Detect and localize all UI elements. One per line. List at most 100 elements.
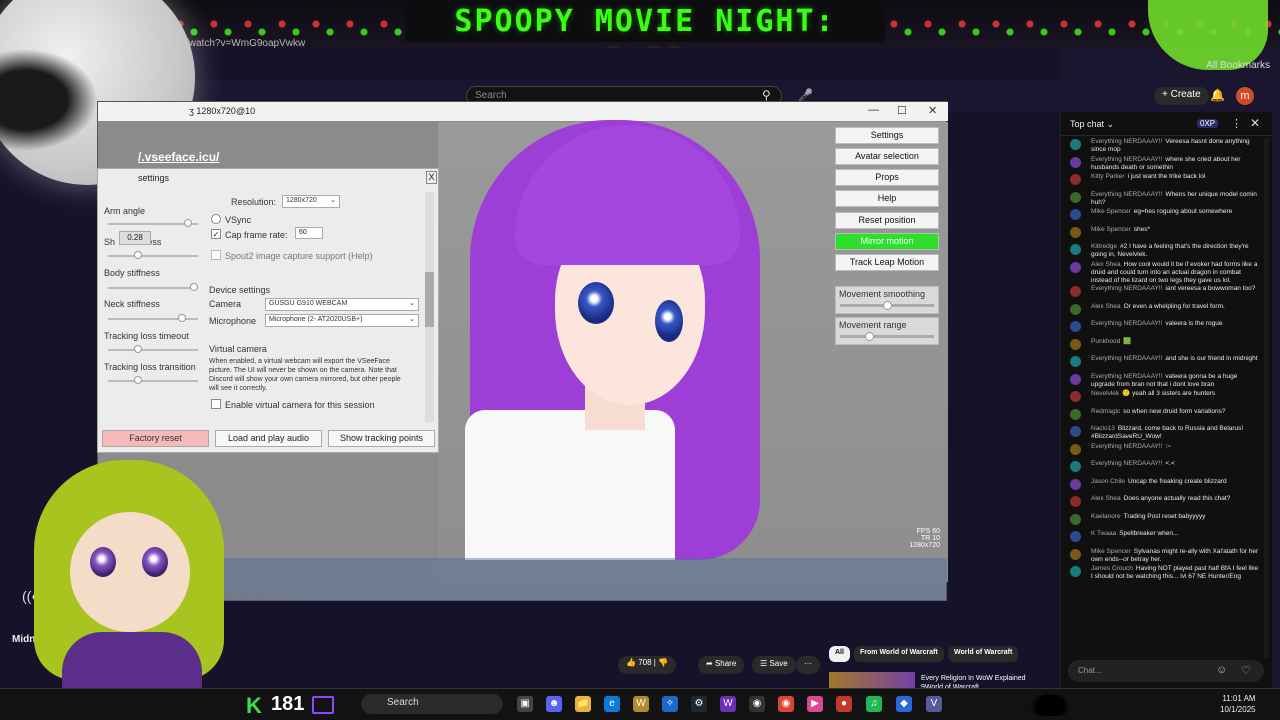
tracking-loss-transition-knob[interactable] <box>134 376 142 384</box>
task-view-icon[interactable]: ▣ <box>517 696 533 712</box>
chat-avatar[interactable] <box>1070 408 1081 420</box>
settings-scrollbar[interactable] <box>425 192 434 422</box>
shoulder-stiffness-track[interactable] <box>108 255 198 257</box>
obs-icon[interactable]: ◉ <box>749 696 765 712</box>
chat-author[interactable]: Kaelanore <box>1091 513 1121 520</box>
settings-close-button[interactable]: X <box>426 171 437 184</box>
emoji-icon[interactable]: ☺ <box>1216 664 1227 676</box>
heart-icon[interactable]: ♡ <box>1241 664 1251 677</box>
chat-avatar[interactable] <box>1070 443 1081 455</box>
chat-avatar[interactable] <box>1070 191 1081 203</box>
settings-button[interactable]: Settings <box>835 127 939 144</box>
chat-author[interactable]: Everything NERDAAAY!! <box>1091 285 1162 292</box>
account-avatar[interactable]: m <box>1236 87 1254 105</box>
chat-avatar[interactable] <box>1070 566 1081 577</box>
chat-author[interactable]: Jason Chile <box>1091 478 1125 485</box>
chat-avatar[interactable] <box>1070 391 1081 402</box>
chat-author[interactable]: Naclo13 <box>1091 425 1115 432</box>
chrome-icon[interactable]: ◉ <box>778 696 794 712</box>
chat-avatar[interactable] <box>1070 338 1081 350</box>
resolution-dropdown[interactable]: 1280x720 ⌄ <box>282 195 340 208</box>
help-button[interactable]: Help <box>835 190 939 207</box>
maximize-icon[interactable]: ☐ <box>897 104 907 117</box>
slider-knob[interactable] <box>883 301 892 310</box>
tracking-loss-timeout-track[interactable] <box>108 349 198 351</box>
chat-author[interactable]: Mike Spencer <box>1091 208 1131 215</box>
chat-avatar[interactable] <box>1070 139 1081 150</box>
slider-knob[interactable] <box>865 332 874 341</box>
app-icon[interactable]: ▶ <box>807 696 823 712</box>
load-play-audio-button[interactable]: Load and play audio <box>215 430 322 447</box>
word-icon[interactable]: W <box>720 696 736 712</box>
chat-avatar[interactable] <box>1070 226 1081 238</box>
chat-author[interactable]: Everything NERDAAAY!! <box>1091 373 1162 380</box>
steam-icon[interactable]: ⚙ <box>691 696 707 712</box>
filter-chip-all[interactable]: All <box>829 646 850 662</box>
track-leap-motion-button[interactable]: Track Leap Motion <box>835 254 939 271</box>
filter-chip-wow[interactable]: World of Warcraft <box>948 646 1019 662</box>
chat-author[interactable]: James Crouch <box>1091 565 1133 572</box>
share-button[interactable]: ➦ Share <box>698 656 745 674</box>
chat-author[interactable]: Punkhood <box>1091 338 1120 345</box>
chat-avatar[interactable] <box>1070 303 1081 315</box>
chat-author[interactable]: Nevelvlek <box>1091 390 1119 397</box>
chat-avatar[interactable] <box>1070 373 1081 385</box>
chat-avatar[interactable] <box>1070 321 1081 332</box>
chat-author[interactable]: Kittredge <box>1091 243 1117 250</box>
top-chat-dropdown[interactable]: Top chat ⌄ <box>1070 119 1114 130</box>
spotify-icon[interactable]: ♫ <box>866 696 882 712</box>
taskbar-search-input[interactable]: Search <box>361 694 503 714</box>
chat-avatar[interactable] <box>1070 478 1081 490</box>
edge-icon[interactable]: e <box>604 696 620 712</box>
close-chat-icon[interactable]: ✕ <box>1250 116 1260 130</box>
tracking-loss-timeout-knob[interactable] <box>134 345 142 353</box>
chat-author[interactable]: Everything NERDAAAY!! <box>1091 320 1162 327</box>
body-stiffness-track[interactable] <box>108 287 198 289</box>
cap-frame-rate-checkbox[interactable]: ✓ <box>211 229 221 239</box>
chat-author[interactable]: Redmagic <box>1091 408 1120 415</box>
chat-author[interactable]: Alex Shea <box>1091 303 1121 310</box>
chat-author[interactable]: Mike Spencer <box>1091 226 1131 233</box>
vsync-checkbox[interactable] <box>211 214 221 224</box>
xp-badge[interactable]: 0XP <box>1197 119 1219 128</box>
vseeface-url-link[interactable]: /.vseeface.icu/ <box>138 150 219 164</box>
chat-avatar[interactable] <box>1070 513 1081 525</box>
arm-angle-knob[interactable] <box>184 219 192 227</box>
chat-author[interactable]: Everything NERDAAAY!! <box>1091 460 1162 467</box>
like-button[interactable]: 👍 708 | 👎 <box>618 656 677 674</box>
chat-avatar[interactable] <box>1070 209 1081 220</box>
spout2-help-link[interactable]: Help <box>351 251 370 261</box>
shoulder-stiffness-knob[interactable] <box>134 251 142 259</box>
chat-avatar[interactable] <box>1070 174 1081 185</box>
chat-avatar[interactable] <box>1070 286 1081 297</box>
reset-position-button[interactable]: Reset position <box>835 212 939 229</box>
chat-author[interactable]: Kitty Parker <box>1091 173 1125 180</box>
chat-avatar[interactable] <box>1070 261 1081 273</box>
spout2-checkbox[interactable] <box>211 250 221 260</box>
discord-icon[interactable]: ☻ <box>546 696 562 712</box>
chat-avatar[interactable] <box>1070 156 1081 168</box>
chat-avatar[interactable] <box>1070 426 1081 437</box>
chat-author[interactable]: K Twaaa <box>1091 530 1116 537</box>
camera-dropdown[interactable]: GUSGU G910 WEBCAM ⌄ <box>265 298 419 311</box>
cap-frame-rate-input[interactable]: 60 <box>295 227 323 239</box>
map-pin-icon[interactable]: ● <box>836 696 852 712</box>
create-button[interactable]: + Create <box>1154 87 1209 105</box>
show-tracking-points-button[interactable]: Show tracking points <box>328 430 435 447</box>
notifications-bell-icon[interactable]: 🔔 <box>1210 88 1225 102</box>
chat-input[interactable]: Chat... <box>1068 660 1264 682</box>
movement-range-slider[interactable]: Movement range <box>835 317 939 345</box>
chat-author[interactable]: Mike Spencer <box>1091 548 1131 555</box>
app-icon-2[interactable]: ◆ <box>896 696 912 712</box>
close-icon[interactable]: ✕ <box>928 104 937 117</box>
chat-author[interactable]: Everything NERDAAAY!! <box>1091 156 1162 163</box>
all-bookmarks-link[interactable]: All Bookmarks <box>1206 60 1270 71</box>
chat-author[interactable]: Everything NERDAAAY!! <box>1091 138 1162 145</box>
chat-author[interactable]: Everything NERDAAAY!! <box>1091 191 1162 198</box>
wow-icon[interactable]: W <box>633 696 649 712</box>
chat-avatar[interactable] <box>1070 356 1081 367</box>
chat-avatar[interactable] <box>1070 496 1081 507</box>
minimize-icon[interactable]: — <box>868 104 879 116</box>
battlenet-icon[interactable]: ✧ <box>662 696 678 712</box>
chat-author[interactable]: Alex Shea <box>1091 261 1121 268</box>
